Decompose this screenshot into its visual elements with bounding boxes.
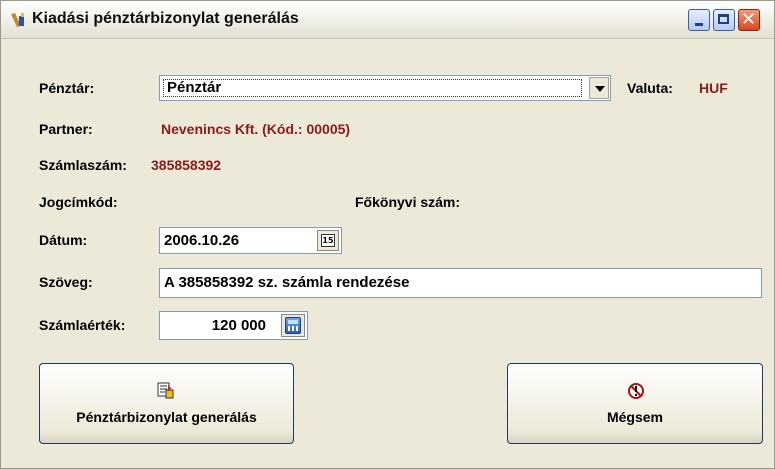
cancel-icon <box>628 383 644 399</box>
valuta-value: HUF <box>699 80 728 96</box>
chevron-down-icon <box>595 86 605 92</box>
fokonyvi-szam-label: Főkönyvi szám: <box>355 194 461 210</box>
valuta-label: Valuta: <box>627 80 673 96</box>
dropdown-arrow-button[interactable] <box>589 77 609 99</box>
minimize-icon <box>695 23 703 26</box>
maximize-icon <box>718 14 729 24</box>
window-title: Kiadási pénztárbizonylat generálás <box>32 10 299 27</box>
maximize-button[interactable] <box>713 9 735 31</box>
penztar-select[interactable]: Pénztár <box>159 75 611 101</box>
szoveg-value: A 385858392 sz. számla rendezése <box>164 274 410 291</box>
szamlaszam-label: Számlaszám: <box>39 157 127 173</box>
szamlaertek-label: Számlaérték: <box>39 317 126 333</box>
cancel-button[interactable]: Mégsem <box>507 363 763 444</box>
close-icon: ✕ <box>741 9 757 30</box>
calendar-button[interactable]: 15 <box>317 230 339 251</box>
datum-value: 2006.10.26 <box>164 232 240 249</box>
partner-value: Nevenincs Kft. (Kód.: 00005) <box>161 121 351 137</box>
minimize-button[interactable] <box>688 9 710 31</box>
calculator-button[interactable] <box>281 314 305 337</box>
szoveg-input[interactable]: A 385858392 sz. számla rendezése <box>159 268 762 298</box>
app-icon <box>11 12 24 28</box>
datum-label: Dátum: <box>39 232 88 248</box>
close-button[interactable]: ✕ <box>738 9 760 31</box>
calculator-icon <box>285 317 301 334</box>
calendar-icon: 15 <box>321 234 335 247</box>
szoveg-label: Szöveg: <box>39 274 93 290</box>
datum-field[interactable]: 2006.10.26 15 <box>159 227 342 254</box>
document-generate-icon <box>157 382 174 399</box>
penztar-selected-value: Pénztár <box>163 79 582 97</box>
cancel-label: Mégsem <box>606 409 664 425</box>
szamlaszam-value: 385858392 <box>151 157 222 173</box>
generate-voucher-button[interactable]: Pénztárbizonylat generálás <box>39 363 294 444</box>
szamlaertek-value: 120 000 <box>211 317 266 334</box>
title-bar[interactable]: Kiadási pénztárbizonylat generálás ✕ <box>1 1 774 39</box>
dialog-window: Kiadási pénztárbizonylat generálás ✕ Pén… <box>0 0 775 469</box>
szamlaertek-input[interactable]: 120 000 <box>159 311 308 340</box>
partner-label: Partner: <box>39 121 93 137</box>
generate-voucher-label: Pénztárbizonylat generálás <box>76 409 257 425</box>
jogcimkod-label: Jogcímkód: <box>39 194 118 210</box>
penztar-label: Pénztár: <box>39 80 95 96</box>
